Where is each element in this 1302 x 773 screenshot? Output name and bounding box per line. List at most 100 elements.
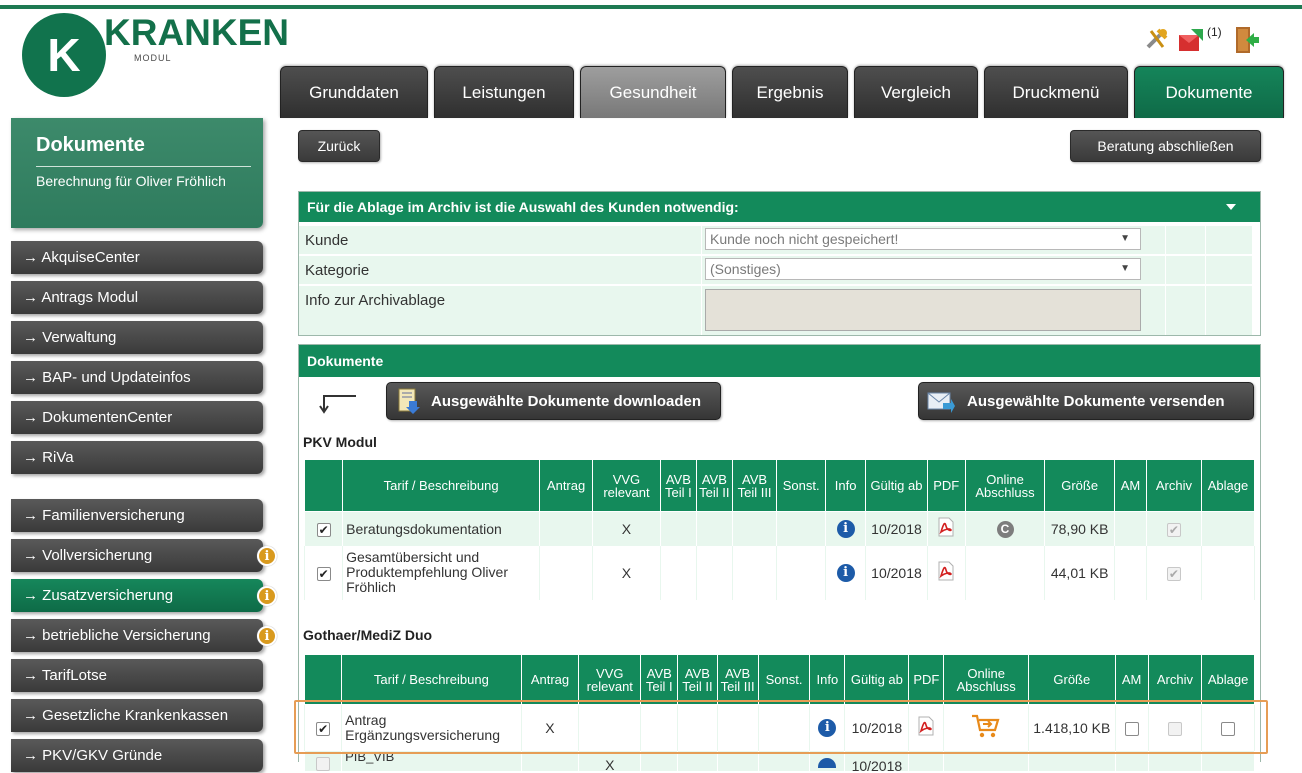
tab-druckmenue[interactable]: Druckmenü [984,66,1128,118]
table-row: Beratungsdokumentation X i 10/2018 C 78,… [303,511,1256,546]
column-header-sonst: Sonst. [757,654,811,705]
send-selected-button[interactable]: Ausgewählte Dokumente versenden [918,382,1254,420]
kategorie-select[interactable]: (Sonstiges) ▼ [705,258,1141,280]
kunde-select[interactable]: Kunde noch nicht gespeichert! ▼ [705,228,1141,250]
tools-icon[interactable] [1143,25,1171,53]
info-icon[interactable] [818,757,837,768]
betriebliche-info-icon[interactable]: i [257,626,277,646]
chevron-down-icon: ▼ [1120,233,1130,244]
column-header-tarif: Tarif / Beschreibung [342,459,541,512]
column-header-archiv: Archiv [1145,459,1202,512]
tarif-cell: Beratungsdokumentation [342,511,541,546]
column-header-info: Info [825,459,867,512]
online-closing-icon[interactable]: C [996,520,1014,538]
kategorie-label: Kategorie [305,262,370,279]
sidebar-item-bap-updateinfos[interactable]: → BAP- und Updateinfos [11,361,263,394]
sidebar-subtitle: Berechnung für Oliver Fröhlich [36,173,226,189]
column-header-gueltig: Gültig ab [844,654,910,705]
info-icon[interactable]: i [836,520,855,539]
column-header-antrag: Antrag [539,459,594,512]
column-header-pdf: PDF [926,459,966,512]
documents-panel-header: Dokumente [299,345,1260,377]
top-accent-line [0,5,1302,9]
documents-panel-title: Dokumente [307,353,384,369]
sidebar-item-pkv-gkv-gruende[interactable]: → PKV/GKV Gründe [11,739,263,772]
column-header-archiv: Archiv [1147,654,1203,705]
column-header-online: Online Abschluss [964,459,1046,512]
send-selected-label: Ausgewählte Dokumente versenden [967,392,1225,410]
column-header-avb3: AVB Teil III [731,459,778,512]
archive-panel-title: Für die Ablage im Archiv ist die Auswahl… [307,199,739,215]
download-selected-button[interactable]: Ausgewählte Dokumente downloaden [386,382,721,420]
column-header-tarif: Tarif / Beschreibung [341,654,522,705]
kategorie-select-value: (Sonstiges) [710,261,781,277]
collapse-arrow-icon[interactable] [1226,204,1236,210]
column-header-am: AM [1114,654,1149,705]
kunde-select-value: Kunde noch nicht gespeichert! [710,231,899,247]
back-button[interactable]: Zurück [298,130,380,162]
row-select-checkbox[interactable] [316,756,331,771]
column-header-online: Online Abschluss [943,654,1029,705]
zusatzversicherung-info-icon[interactable]: i [257,586,277,606]
chevron-down-icon: ▼ [1120,263,1130,274]
row-select-checkbox[interactable] [316,522,331,537]
top-toolbar: (1) [1143,22,1260,56]
archive-panel-header: Für die Ablage im Archiv ist die Auswahl… [299,192,1260,222]
sidebar-item-vollversicherung[interactable]: → Vollversicherung [11,539,263,572]
archive-row-kunde: Kunde Kunde noch nicht gespeichert! ▼ [299,225,1252,254]
groesse-cell: 78,90 KB [1044,511,1116,546]
column-header-gueltig: Gültig ab [865,459,928,512]
pdf-icon[interactable] [936,517,956,540]
logo-letter: K [47,29,81,81]
archiv-checkbox [1166,566,1181,581]
tarif-cell: Gesamtübersicht und Produktempfehlung Ol… [342,545,541,600]
tab-leistungen[interactable]: Leistungen [434,66,574,118]
logo-word: KRANKEN [104,12,289,53]
mail-icon[interactable] [1177,25,1205,53]
tab-vergleich[interactable]: Vergleich [854,66,978,118]
archive-panel: Für die Ablage im Archiv ist die Auswahl… [298,191,1261,336]
column-header-am: AM [1114,459,1147,512]
sidebar-item-zusatzversicherung[interactable]: → Zusatzversicherung [11,579,263,612]
sidebar-item-tariflotse[interactable]: → TarifLotse [11,659,263,692]
logo-badge: K [22,13,106,97]
table-row: Gesamtübersicht und Produktempfehlung Ol… [303,545,1256,600]
column-header-vvg: VVG relevant [578,654,642,705]
gueltig-cell: 10/2018 [865,545,928,600]
sidebar-title: Dokumente [36,134,145,156]
messages-count: (1) [1207,25,1222,39]
row-select-checkbox[interactable] [316,566,331,581]
sidebar-divider [36,166,251,167]
section-title-pkv-modul: PKV Modul [303,434,377,450]
pdf-icon[interactable] [936,561,956,584]
info-icon[interactable]: i [836,564,855,582]
tab-grunddaten[interactable]: Grunddaten [280,66,428,118]
antrag-cell [539,511,594,546]
sidebar-item-akquisecenter[interactable]: → AkquiseCenter [11,241,263,274]
column-divider [701,225,702,335]
archive-info-textarea[interactable] [705,289,1141,331]
groesse-cell: 44,01 KB [1044,545,1116,600]
sidebar-item-familienversicherung[interactable]: → Familienversicherung [11,499,263,532]
finish-consultation-button[interactable]: Beratung abschließen [1070,130,1261,162]
kunde-label: Kunde [305,232,349,249]
sidebar-item-dokumentencenter[interactable]: → DokumentenCenter [11,401,263,434]
sidebar-item-riva[interactable]: → RiVa [11,441,263,474]
sidebar-item-gesetzliche-krankenkassen[interactable]: → Gesetzliche Krankenkassen [11,699,263,732]
tab-gesundheit[interactable]: Gesundheit [580,66,726,118]
column-header-avb1: AVB Teil I [640,654,679,705]
tab-ergebnis[interactable]: Ergebnis [732,66,848,118]
sidebar-item-antrags-modul[interactable]: → Antrags Modul [11,281,263,314]
sidebar-item-verwaltung[interactable]: → Verwaltung [11,321,263,354]
column-header-ablage: Ablage [1200,459,1256,512]
column-header-groesse: Größe [1044,459,1116,512]
archive-info-label: Info zur Archivablage [305,292,446,309]
column-header-avb2: AVB Teil II [695,459,733,512]
send-mail-icon [927,389,955,413]
logout-door-icon[interactable] [1232,25,1260,53]
column-header-avb3: AVB Teil III [716,654,759,705]
sidebar-item-betriebliche-versicherung[interactable]: → betriebliche Versicherung [11,619,263,652]
tab-dokumente[interactable]: Dokumente [1134,66,1284,118]
vollversicherung-info-icon[interactable]: i [257,546,277,566]
download-icon [395,387,421,415]
